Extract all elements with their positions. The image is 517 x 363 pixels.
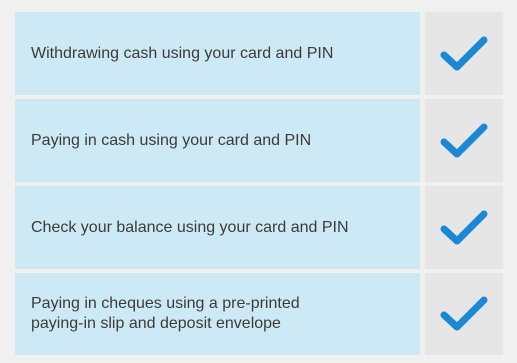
check-icon	[440, 36, 488, 70]
check-icon	[440, 123, 488, 157]
feature-row: Check your balance using your card and P…	[15, 186, 503, 269]
feature-label-cell: Withdrawing cash using your card and PIN	[15, 12, 420, 95]
check-icon	[440, 210, 488, 244]
feature-label: Check your balance using your card and P…	[31, 218, 349, 236]
feature-check-cell	[425, 99, 503, 182]
feature-label: Paying in cash using your card and PIN	[31, 131, 312, 149]
feature-label-cell: Paying in cash using your card and PIN	[15, 99, 420, 182]
feature-check-cell	[425, 186, 503, 269]
feature-label-cell: Paying in cheques using a pre-printed pa…	[15, 273, 420, 355]
feature-check-cell	[425, 273, 503, 355]
feature-table: Withdrawing cash using your card and PIN…	[15, 12, 503, 357]
feature-check-cell	[425, 12, 503, 95]
feature-label: Withdrawing cash using your card and PIN	[31, 44, 334, 62]
feature-row: Paying in cash using your card and PIN	[15, 99, 503, 182]
feature-label: Paying in cheques using a pre-printed pa…	[31, 295, 300, 332]
feature-row: Withdrawing cash using your card and PIN	[15, 12, 503, 95]
feature-label-cell: Check your balance using your card and P…	[15, 186, 420, 269]
check-icon	[440, 296, 488, 331]
feature-row: Paying in cheques using a pre-printed pa…	[15, 273, 503, 355]
